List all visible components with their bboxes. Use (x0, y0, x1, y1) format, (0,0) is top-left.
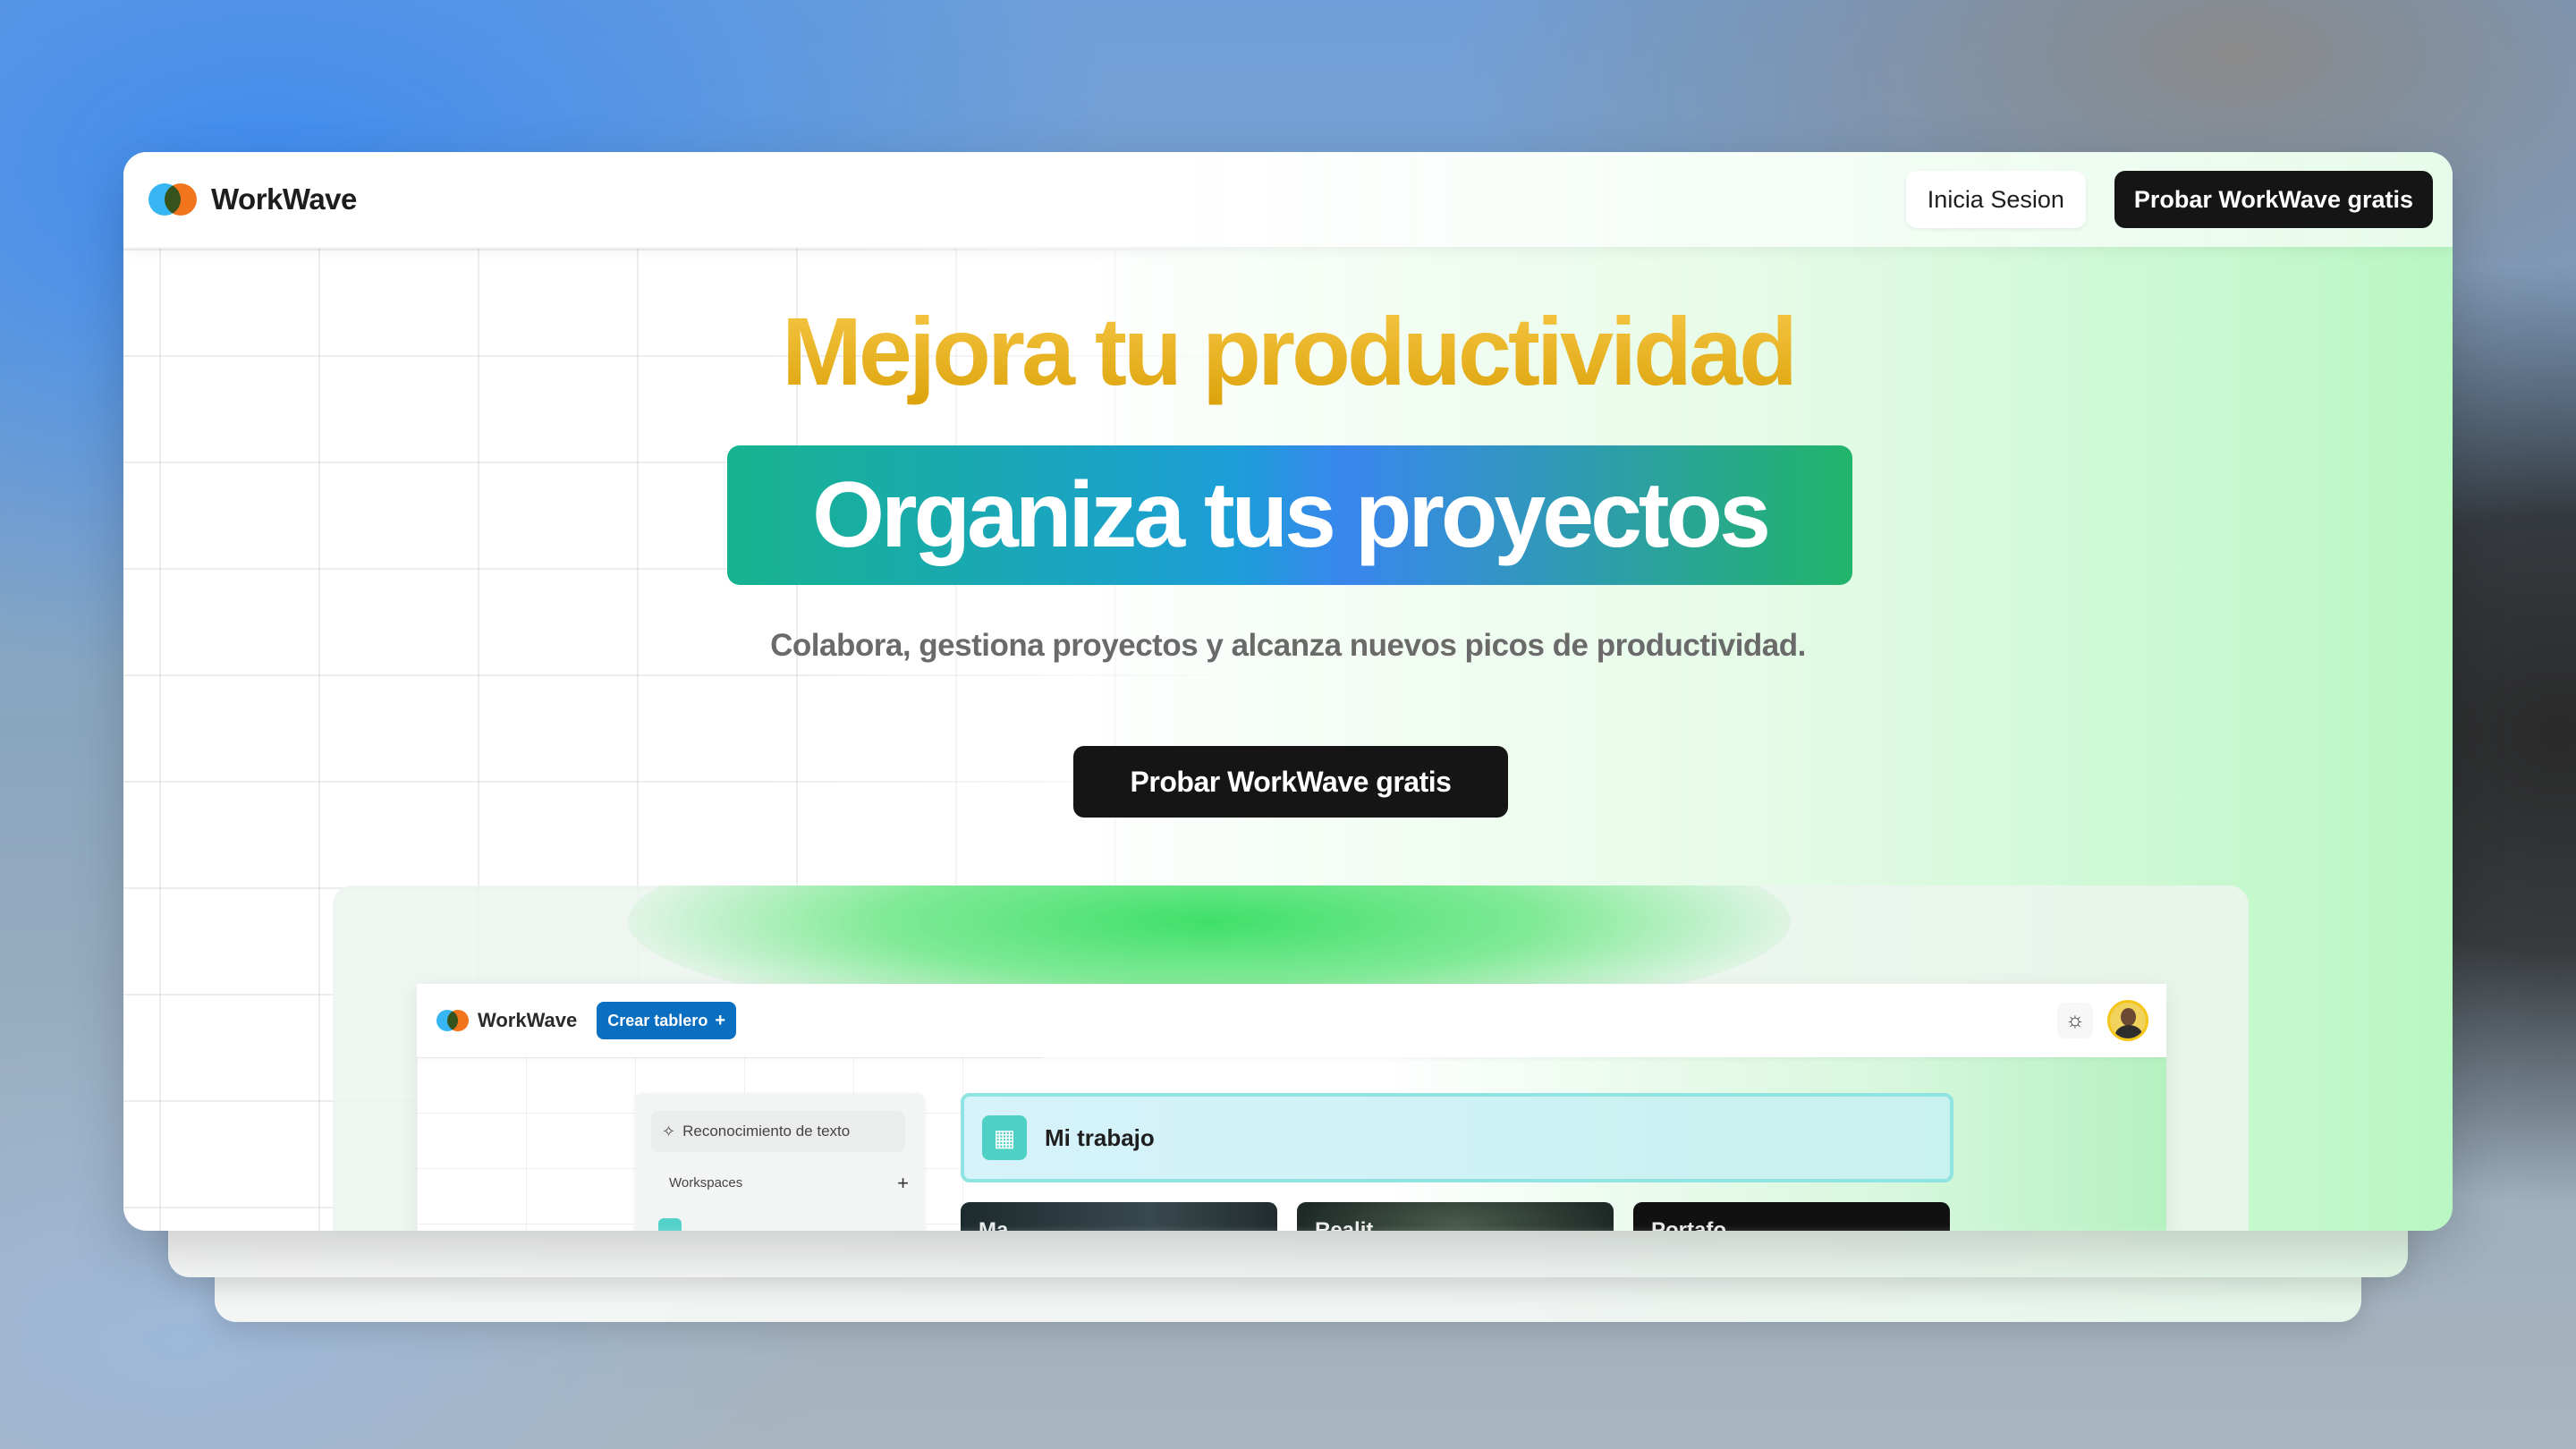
app-sidebar: ✧ Reconocimiento de texto Workspaces + (635, 1093, 925, 1231)
app-preview: WorkWave Crear tablero + ☼ ✧ Reconocimie… (333, 886, 2249, 1231)
plus-icon: + (715, 1010, 725, 1030)
try-free-nav-button[interactable]: Probar WorkWave gratis (2114, 171, 2433, 228)
sparkle-icon: ✧ (662, 1122, 676, 1140)
hero-highlight-band: Organiza tus proyectos (727, 445, 1852, 585)
brand[interactable]: WorkWave (148, 182, 357, 216)
building-icon: ▦ (982, 1115, 1027, 1160)
app-brand-name: WorkWave (478, 1009, 578, 1031)
sidebar-item-label: Reconocimiento de texto (682, 1123, 851, 1140)
app-topbar: WorkWave Crear tablero + ☼ (417, 984, 2166, 1057)
create-board-button[interactable]: Crear tablero + (597, 1002, 736, 1039)
sun-icon[interactable]: ☼ (2057, 1003, 2093, 1038)
my-work-banner[interactable]: ▦ Mi trabajo (961, 1093, 1953, 1182)
try-free-cta-button[interactable]: Probar WorkWave gratis (1073, 746, 1508, 818)
app-brand: WorkWave Crear tablero + (436, 1002, 736, 1039)
add-workspace-icon[interactable]: + (897, 1172, 909, 1195)
app-topbar-actions: ☼ (2057, 1000, 2148, 1041)
create-board-label: Crear tablero (607, 1011, 708, 1030)
login-button[interactable]: Inicia Sesion (1905, 171, 2086, 228)
avatar[interactable] (2107, 1000, 2148, 1041)
hero-band-text: Organiza tus proyectos (812, 462, 1771, 567)
landing-page-card: WorkWave Inicia Sesion Probar WorkWave g… (123, 152, 2453, 1231)
preview-fade (333, 1225, 2249, 1231)
hero-title: Mejora tu productividad (123, 295, 2453, 407)
my-work-label: Mi trabajo (1045, 1123, 1155, 1151)
hero-subtitle: Colabora, gestiona proyectos y alcanza n… (770, 628, 1806, 663)
app-logo-icon (436, 1010, 470, 1031)
brand-name: WorkWave (211, 182, 357, 216)
sidebar-item-text-recognition[interactable]: ✧ Reconocimiento de texto (651, 1111, 905, 1152)
workspaces-label: Workspaces (669, 1175, 743, 1191)
nav-actions: Inicia Sesion Probar WorkWave gratis (1905, 171, 2433, 228)
top-navbar: WorkWave Inicia Sesion Probar WorkWave g… (123, 152, 2453, 247)
workspaces-header: Workspaces + (669, 1172, 909, 1195)
workwave-logo-icon (148, 183, 199, 216)
app-preview-window: WorkWave Crear tablero + ☼ ✧ Reconocimie… (417, 984, 2166, 1231)
